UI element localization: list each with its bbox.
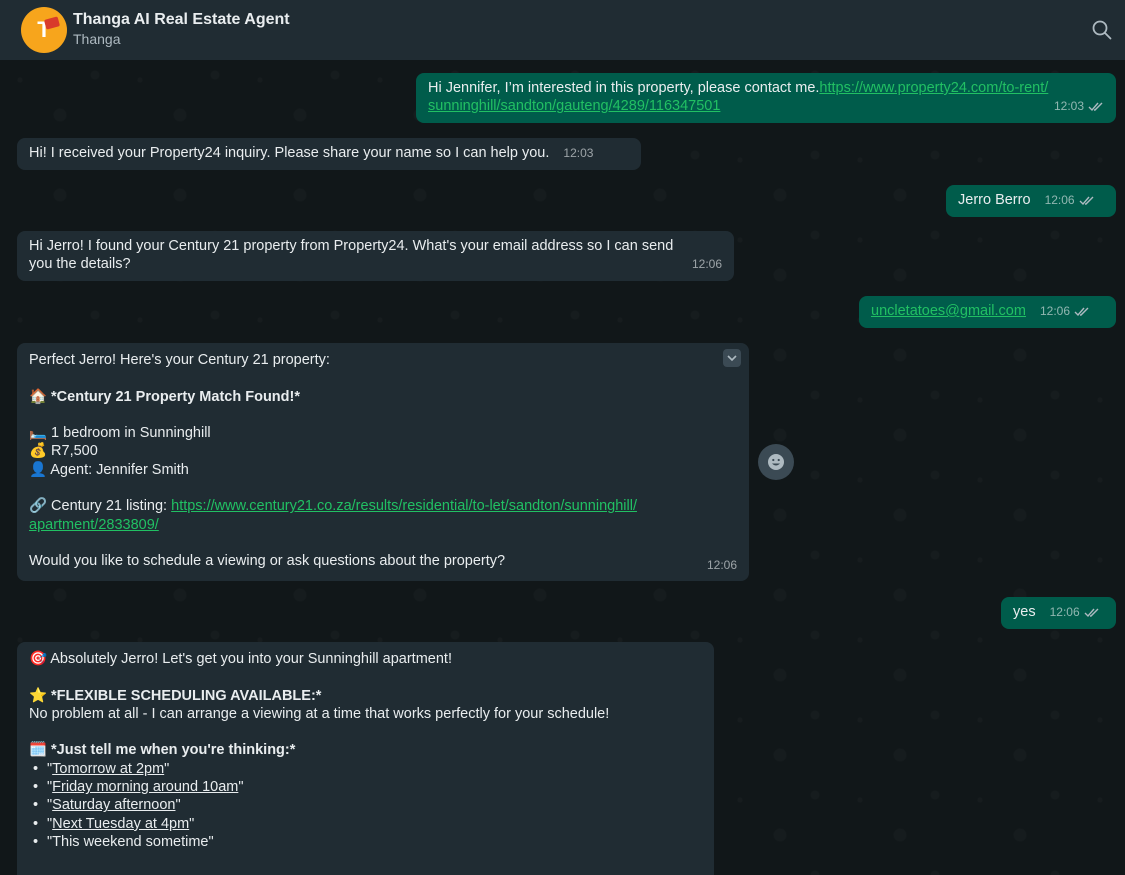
message-time: 12:06: [1040, 304, 1071, 318]
message-time: 12:03: [563, 146, 594, 160]
message-meta: 12:06: [1040, 302, 1090, 320]
option-text[interactable]: Next Tuesday at 4pm: [52, 816, 189, 832]
avatar-tag-icon: [43, 16, 61, 30]
double-check-icon: [1074, 307, 1089, 316]
message-text: Absolutely Jerro! Let's get you into you…: [50, 651, 452, 667]
outgoing-message[interactable]: Jerro Berro 12:06: [946, 185, 1116, 217]
chat-subtitle: Thanga: [73, 31, 121, 47]
message-text: Hi Jennifer, I’m interested in this prop…: [428, 80, 820, 96]
message-meta: 12:06: [1045, 191, 1095, 209]
target-icon: 🎯: [29, 651, 48, 667]
incoming-message[interactable]: Hi! I received your Property24 inquiry. …: [17, 138, 641, 170]
option-text[interactable]: Friday morning around 10am: [52, 779, 238, 795]
link-icon: 🔗: [29, 498, 48, 515]
price-info: R7,500: [51, 443, 98, 460]
message-meta: 12:03: [1054, 97, 1104, 115]
email-link[interactable]: uncletatoes@gmail.com: [871, 303, 1026, 319]
outgoing-message[interactable]: Hi Jennifer, I’m interested in this prop…: [416, 73, 1116, 123]
list-item: "Saturday afternoon": [29, 796, 702, 815]
option-text[interactable]: Tomorrow at 2pm: [52, 761, 164, 777]
star-icon: ⭐: [29, 687, 48, 704]
message-time: 12:06: [691, 257, 722, 272]
option-text[interactable]: Saturday afternoon: [52, 797, 175, 813]
time-options-list: "Tomorrow at 2pm" "Friday morning around…: [29, 760, 702, 852]
list-item: "Next Tuesday at 4pm": [29, 815, 702, 834]
listing-label: Century 21 listing:: [51, 498, 168, 515]
double-check-icon: [1088, 102, 1103, 111]
message-text: No problem at all - I can arrange a view…: [29, 705, 610, 722]
double-check-icon: [1079, 196, 1094, 205]
agent-info: Agent: Jennifer Smith: [50, 461, 189, 478]
list-item: "Friday morning around 10am": [29, 778, 702, 797]
message-meta: 12:06: [1050, 603, 1100, 621]
house-icon: 🏠: [29, 388, 48, 405]
list-item: "This weekend sometime": [29, 833, 702, 852]
message-heading: *Century 21 Property Match Found!*: [51, 388, 300, 405]
bed-icon: 🛏️: [29, 425, 48, 442]
message-text-cont: you the details?: [29, 256, 131, 273]
message-text: Jerro Berro: [958, 192, 1031, 208]
message-question: Would you like to schedule a viewing or …: [29, 553, 506, 570]
message-time: 12:03: [1053, 99, 1084, 114]
list-item: "Tomorrow at 2pm": [29, 760, 702, 779]
message-text: Hi! I received your Property24 inquiry. …: [29, 145, 550, 161]
calendar-icon: 🗓️: [29, 742, 48, 759]
message-heading: *FLEXIBLE SCHEDULING AVAILABLE:*: [51, 687, 322, 704]
person-icon: 👤: [29, 461, 48, 478]
message-meta: 12:06: [707, 556, 737, 574]
incoming-message[interactable]: Perfect Jerro! Here's your Century 21 pr…: [17, 343, 749, 581]
message-meta: 12:03: [563, 144, 593, 162]
message-text: Perfect Jerro! Here's your Century 21 pr…: [29, 352, 330, 368]
message-link-cont[interactable]: sunninghill/sandton/gauteng/4289/1163475…: [428, 97, 720, 115]
message-text: yes: [1013, 604, 1036, 620]
outgoing-message[interactable]: uncletatoes@gmail.com 12:06: [859, 296, 1116, 328]
message-heading: *Just tell me when you're thinking:*: [51, 742, 296, 759]
listing-link[interactable]: https://www.century21.co.za/results/resi…: [171, 498, 637, 514]
chat-title: Thanga AI Real Estate Agent: [73, 11, 290, 28]
money-bag-icon: 💰: [29, 443, 48, 460]
incoming-message[interactable]: 🎯 Absolutely Jerro! Let's get you into y…: [17, 642, 714, 875]
message-link[interactable]: https://www.property24.com/to-rent/: [819, 80, 1048, 96]
option-text: This weekend sometime: [52, 833, 209, 850]
message-time: 12:06: [706, 558, 737, 573]
double-check-icon: [1084, 608, 1099, 617]
chevron-down-icon[interactable]: [723, 349, 741, 367]
message-text: Hi Jerro! I found your Century 21 proper…: [29, 238, 674, 254]
search-icon[interactable]: [1091, 19, 1113, 41]
emoji-react-icon[interactable]: [758, 444, 794, 480]
message-time: 12:06: [1044, 193, 1075, 207]
listing-link-cont[interactable]: apartment/2833809/: [29, 517, 159, 533]
bedroom-info: 1 bedroom in Sunninghill: [51, 425, 211, 442]
message-meta: 12:06: [692, 255, 722, 273]
chat-title-block[interactable]: Thanga AI Real Estate Agent Thanga: [73, 10, 290, 48]
chat-header[interactable]: T Thanga AI Real Estate Agent Thanga: [0, 0, 1125, 60]
avatar[interactable]: T: [21, 7, 67, 53]
message-time: 12:06: [1049, 605, 1080, 619]
outgoing-message[interactable]: yes 12:06: [1001, 597, 1116, 629]
incoming-message[interactable]: Hi Jerro! I found your Century 21 proper…: [17, 231, 734, 281]
